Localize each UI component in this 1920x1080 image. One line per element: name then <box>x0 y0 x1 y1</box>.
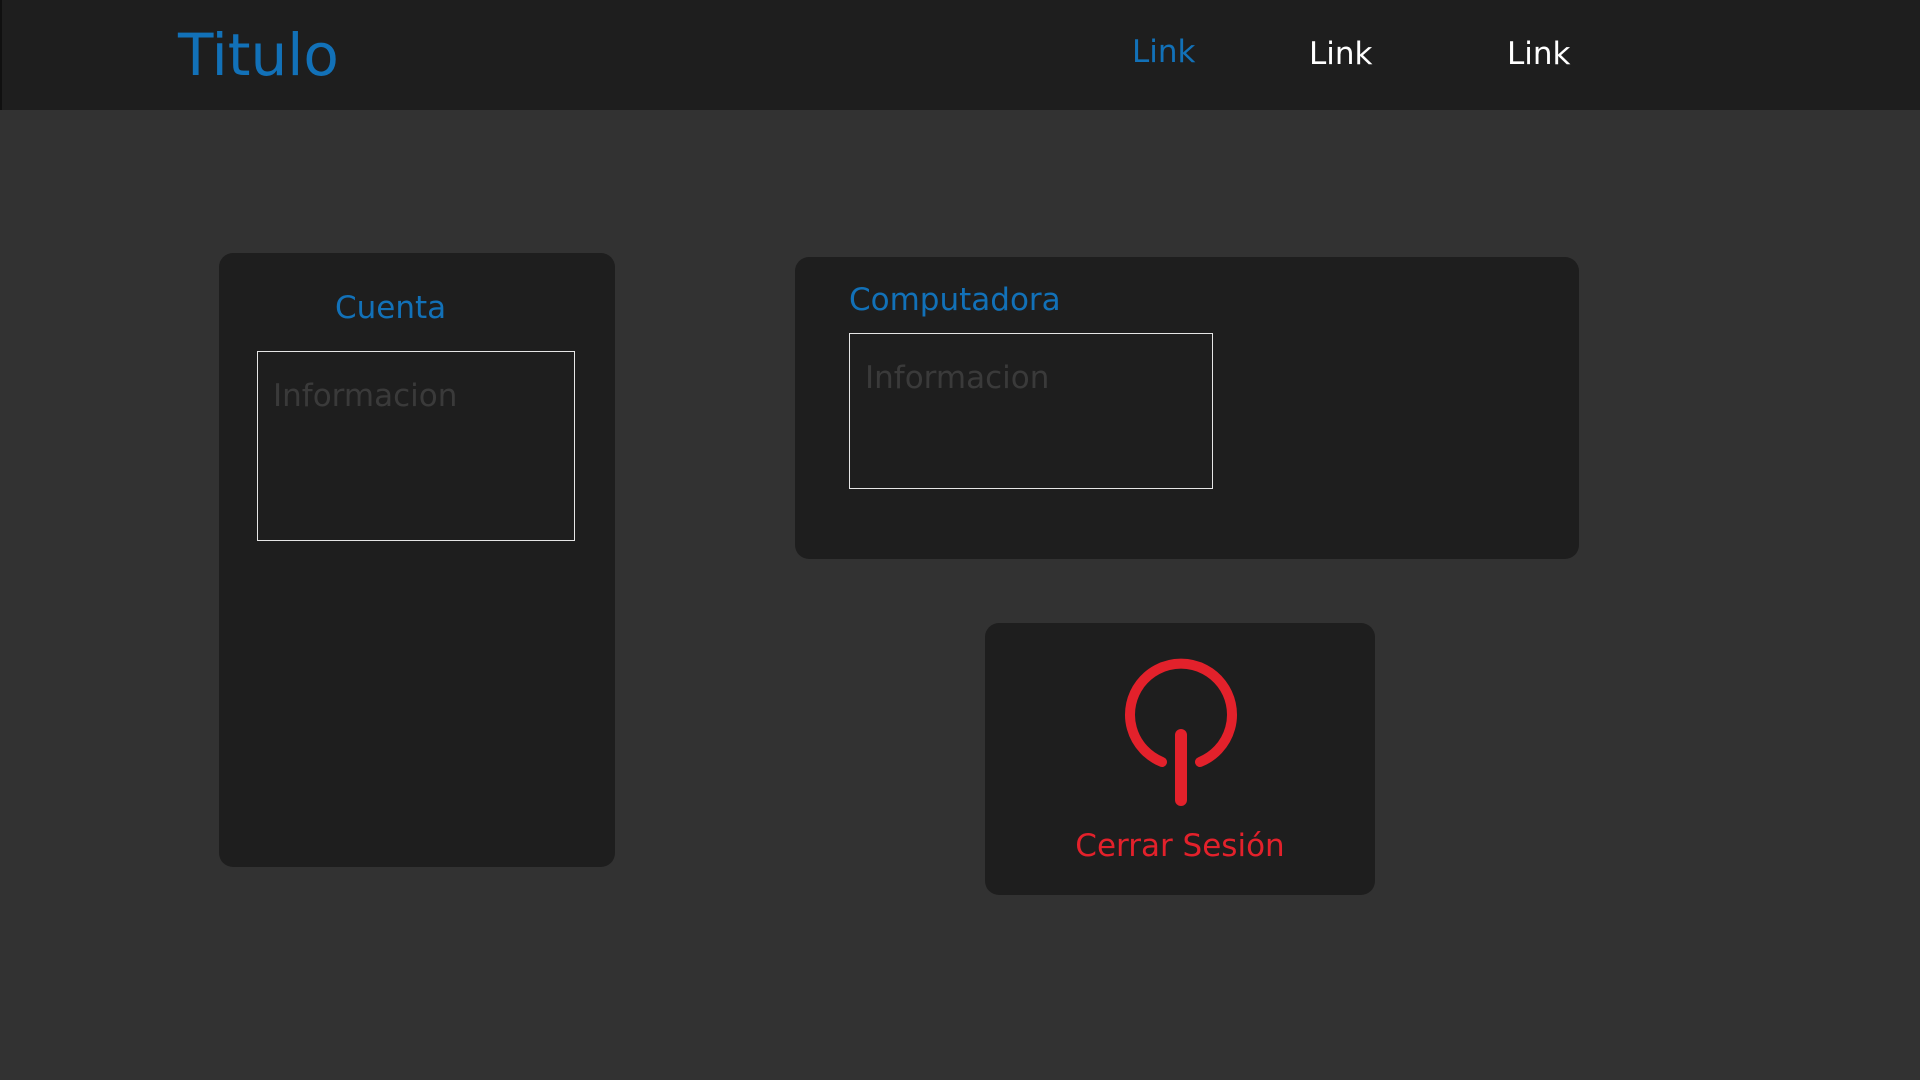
site-title: Titulo <box>178 21 339 89</box>
computer-info-placeholder: Informacion <box>865 360 1050 396</box>
computer-info-box: Informacion <box>849 333 1213 489</box>
account-card: Cuenta Informacion <box>219 253 615 867</box>
logout-button[interactable]: Cerrar Sesión <box>985 623 1375 895</box>
computer-card: Computadora Informacion <box>795 257 1579 559</box>
account-info-box: Informacion <box>257 351 575 541</box>
logout-label: Cerrar Sesión <box>1075 828 1285 864</box>
nav-link-3[interactable]: Link <box>1507 34 1570 74</box>
account-info-placeholder: Informacion <box>273 378 458 414</box>
computer-heading: Computadora <box>849 282 1061 318</box>
account-heading: Cuenta <box>335 290 447 326</box>
power-icon <box>1125 658 1237 806</box>
nav-link-1[interactable]: Link <box>1132 32 1195 72</box>
nav-link-2[interactable]: Link <box>1309 34 1372 74</box>
top-nav-bar: Titulo Link Link Link <box>0 0 1920 110</box>
